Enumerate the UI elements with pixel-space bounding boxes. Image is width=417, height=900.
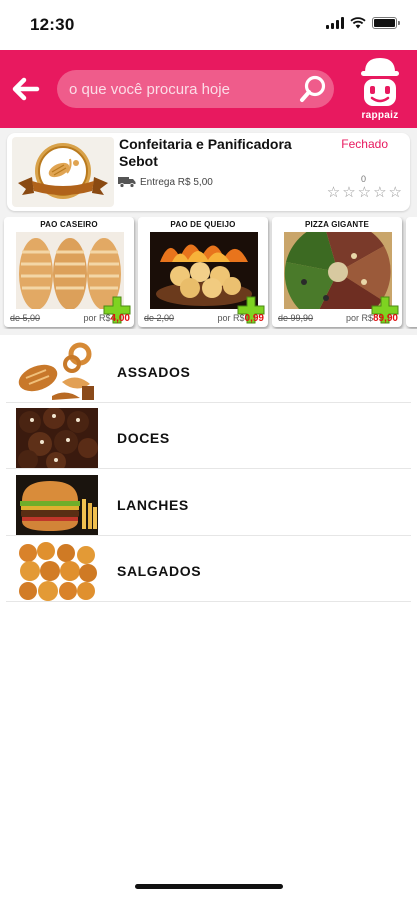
star-icon: ☆ — [373, 184, 387, 201]
product-card-pao-caseiro[interactable]: PAO CASEIRO de 5,00 por R$4,00 — [4, 217, 134, 327]
signal-icon — [326, 17, 344, 29]
delivery-fee: Entrega R$ 5,00 — [140, 176, 213, 188]
star-icon: ☆ — [342, 184, 356, 201]
old-price: de 99,90 — [278, 313, 314, 323]
brand-logo[interactable]: rappaiz — [355, 54, 405, 124]
category-assados[interactable]: ASSADOS — [6, 339, 411, 403]
category-doces[interactable]: DOCES — [6, 405, 411, 469]
wifi-icon — [350, 17, 366, 29]
status-icons — [326, 17, 400, 29]
product-name: PAO DE QUEIJO — [170, 220, 236, 229]
top-bar: rappaiz — [0, 50, 417, 128]
search-icon — [300, 75, 326, 102]
store-logo — [12, 137, 114, 207]
product-carousel[interactable]: PAO CASEIRO de 5,00 por R$4,00 PAO DE QU… — [0, 217, 417, 329]
star-icon: ☆ — [357, 184, 372, 201]
search-button[interactable] — [298, 74, 328, 104]
category-list: ASSADOS DOCES LANCHES SALGADOS — [0, 335, 417, 900]
price: 89,90 — [372, 313, 398, 324]
store-name: Confeitaria e Panificadora Sebot — [119, 136, 292, 169]
old-price: de 5,00 — [10, 313, 41, 323]
category-label: DOCES — [117, 430, 170, 446]
price-row: de 5,00 por R$4,00 — [4, 313, 134, 324]
rating-stars: ☆ ☆ ☆ ☆ ☆ — [327, 185, 402, 201]
category-lanches[interactable]: LANCHES — [6, 472, 411, 536]
delivery-info: Entrega R$ 5,00 — [118, 176, 213, 188]
category-label: SALGADOS — [117, 563, 202, 579]
price: 0,99 — [244, 313, 264, 324]
truck-icon — [118, 177, 136, 188]
category-image — [16, 408, 98, 468]
rating-count: 0 — [360, 174, 366, 184]
price-prefix: por R$ — [83, 313, 111, 323]
product-card-pao-de-queijo[interactable]: PAO DE QUEIJO de 2,00 por R$0,99 — [138, 217, 268, 327]
search-box — [57, 70, 334, 108]
mascot-icon — [361, 58, 399, 106]
status-bar: 12:30 — [0, 0, 417, 50]
category-image — [16, 541, 98, 601]
store-status: Fechado — [341, 137, 388, 151]
arrow-left-icon — [12, 77, 40, 101]
price-row: de 2,00 por R$0,99 — [138, 313, 268, 324]
battery-icon — [372, 17, 400, 29]
home-indicator[interactable] — [135, 884, 283, 889]
search-input[interactable] — [69, 70, 289, 108]
price-row: de 99,90 por R$89,90 — [272, 313, 402, 324]
price-prefix: por R$ — [217, 313, 245, 323]
old-price: de 2,00 — [144, 313, 175, 323]
product-name: PAO CASEIRO — [40, 220, 98, 229]
brand-name: rappaiz — [361, 110, 399, 121]
star-icon: ☆ — [388, 184, 402, 201]
category-label: ASSADOS — [117, 364, 191, 380]
price: 4,00 — [110, 313, 130, 324]
back-button[interactable] — [10, 75, 40, 103]
category-label: LANCHES — [117, 497, 189, 513]
price-prefix: por R$ — [345, 313, 373, 323]
star-icon: ☆ — [326, 184, 341, 201]
store-card[interactable]: Confeitaria e Panificadora Sebot Fechado… — [7, 133, 410, 211]
product-card-partial[interactable] — [406, 217, 417, 327]
category-salgados[interactable]: SALGADOS — [6, 538, 411, 602]
category-image — [16, 342, 98, 402]
product-name: PIZZA GIGANTE — [304, 220, 370, 229]
category-image — [16, 475, 98, 535]
status-time: 12:30 — [30, 15, 75, 34]
product-card-pizza-gigante[interactable]: PIZZA GIGANTE de 99,90 por R$89,90 — [272, 217, 402, 327]
